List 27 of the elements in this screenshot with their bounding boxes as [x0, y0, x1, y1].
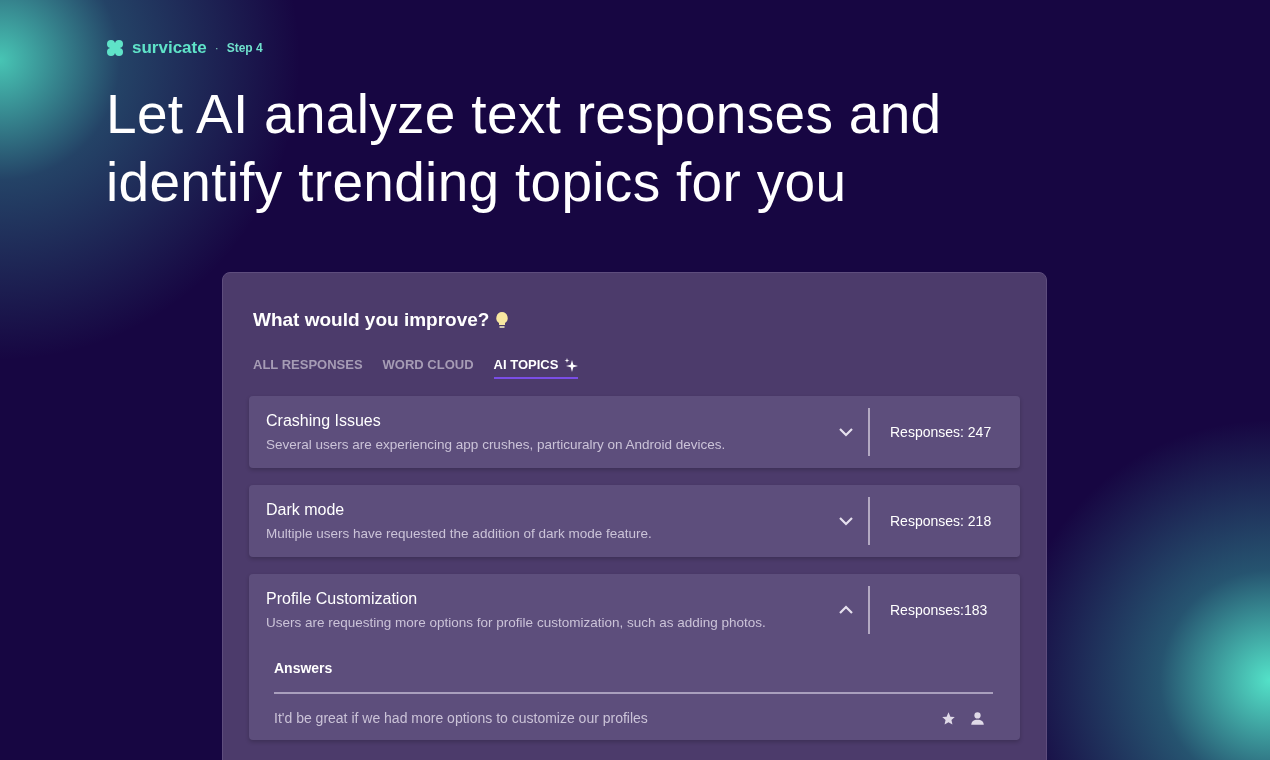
- topic-title: Crashing Issues: [266, 412, 382, 430]
- topic-title: Dark mode: [266, 501, 346, 519]
- user-icon[interactable]: [970, 710, 985, 726]
- response-count: Responses: 247: [890, 424, 992, 440]
- response-count: Responses:183: [890, 602, 988, 618]
- sparkle-icon: [564, 357, 579, 372]
- separator: ·: [214, 41, 219, 55]
- topic-title: Profile Customization: [266, 590, 419, 608]
- tab[interactable]: ALL RESPONSES: [253, 357, 363, 379]
- chevron-down-icon: [838, 427, 854, 437]
- step-label: Step 4: [226, 41, 263, 55]
- answers-heading: Answers: [274, 660, 993, 694]
- tab[interactable]: WORD CLOUD: [382, 357, 474, 379]
- star-icon[interactable]: [941, 710, 956, 726]
- topic-summary: Users are requesting more options for profile customization, such as adding photos.: [266, 615, 767, 630]
- chevron-down-icon: [838, 516, 854, 526]
- lightbulb-icon: [495, 311, 510, 329]
- logo-icon: [106, 39, 124, 57]
- brand-name: survicate: [132, 38, 207, 58]
- topic-summary: Several users are experiencing app crushes, particuralry on Android devices.: [266, 437, 727, 452]
- tab[interactable]: AI TOPICS: [493, 357, 579, 379]
- response-count: Responses: 218: [890, 513, 992, 529]
- headline: Let AI analyze text responses and identify trending topics for you: [106, 82, 943, 215]
- topic-summary: Multiple users have requested the addition of dark mode feature.: [266, 526, 653, 541]
- chevron-up-icon: [838, 605, 854, 615]
- answer-text: It'd be great if we had more options to customize our profiles: [274, 710, 649, 726]
- question-title: What would you improve?: [253, 309, 490, 331]
